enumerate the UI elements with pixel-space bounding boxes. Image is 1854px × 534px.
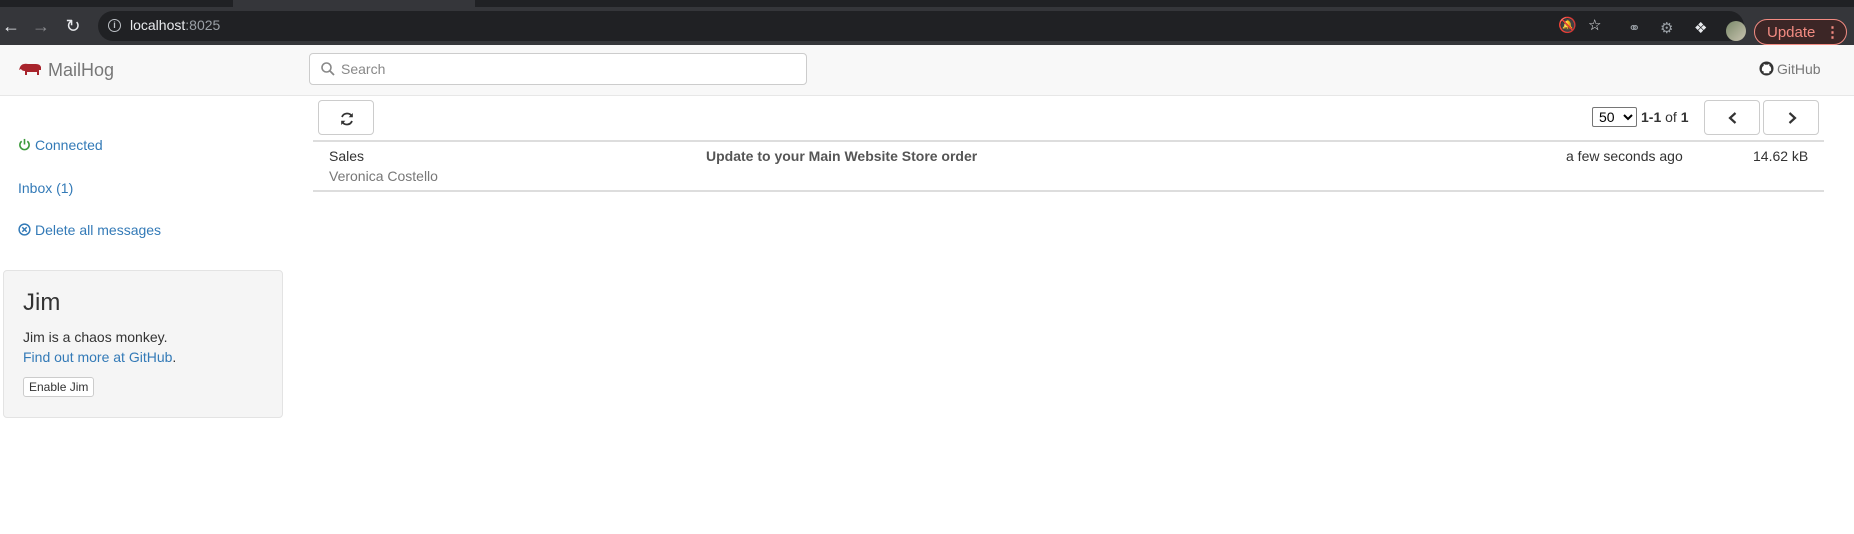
sidebar-item-inbox[interactable]: Inbox (1) [18, 180, 73, 196]
message-from: Sales [329, 148, 365, 164]
message-size: 14.62 kB [1753, 148, 1809, 164]
bookmark-star-icon[interactable]: ☆ [1588, 17, 1601, 35]
browser-tab[interactable] [233, 0, 475, 7]
jim-info: Find out more at GitHub. [23, 349, 177, 365]
site-info-icon[interactable]: i [108, 19, 121, 32]
message-time: a few seconds ago [1566, 148, 1683, 164]
connected-status[interactable]: Connected [18, 137, 103, 153]
more-menu-icon[interactable]: ⋮ [1825, 20, 1840, 46]
jim-panel: Jim Jim is a chaos monkey. Find out more… [3, 270, 283, 418]
search-icon [321, 62, 335, 76]
power-icon [19, 138, 30, 151]
extensions-puzzle-icon[interactable]: ❖ [1694, 20, 1707, 38]
delete-all-messages-link[interactable]: Delete all messages [18, 222, 161, 238]
jim-title: Jim [23, 289, 61, 316]
reload-icon[interactable]: ↻ [62, 15, 84, 37]
profile-avatar[interactable] [1726, 21, 1746, 41]
message-to: Veronica Costello [329, 168, 438, 184]
message-subject: Update to your Main Website Store order [706, 148, 978, 164]
enable-jim-button[interactable]: Enable Jim [23, 377, 95, 397]
next-page-button[interactable] [1763, 100, 1819, 135]
browser-toolbar: ← → ↻ i localhost:8025 🔕 ☆ ⚭ ⚙ ❖ Update ⋮ [0, 7, 1854, 45]
page-size-select[interactable]: 102050100250 [1592, 107, 1637, 127]
chevron-left-icon [1728, 112, 1737, 124]
app-navbar: MailHog GitHub [0, 45, 1854, 96]
message-row[interactable]: Sales Veronica Costello Update to your M… [313, 142, 1824, 192]
address-bar[interactable]: i localhost:8025 🔕 ☆ [98, 11, 1744, 41]
share-icon[interactable]: ⚭ [1628, 20, 1641, 38]
back-icon[interactable]: ← [0, 15, 22, 37]
browser-update-button[interactable]: Update ⋮ [1754, 19, 1847, 45]
browser-tab-strip [0, 0, 1854, 7]
address-url[interactable]: localhost:8025 [130, 17, 220, 33]
brand-link[interactable]: MailHog [18, 59, 114, 81]
remove-circle-icon [18, 223, 31, 236]
extension-gear-icon[interactable]: ⚙ [1660, 20, 1673, 38]
previous-page-button[interactable] [1704, 100, 1760, 135]
chevron-right-icon [1788, 112, 1797, 124]
mailhog-pig-icon [19, 63, 41, 75]
refresh-icon [341, 112, 353, 126]
search-input[interactable] [341, 54, 791, 84]
pagination-info: 1-1 of 1 [1641, 109, 1689, 125]
search-field[interactable] [309, 53, 807, 85]
jim-github-link[interactable]: Find out more at GitHub [23, 349, 172, 365]
jim-description: Jim is a chaos monkey. [23, 329, 168, 345]
forward-icon[interactable]: → [30, 15, 52, 37]
notifications-blocked-icon[interactable]: 🔕 [1558, 17, 1577, 35]
refresh-button[interactable] [318, 100, 374, 135]
github-icon [1759, 61, 1774, 76]
github-link[interactable]: GitHub [1759, 61, 1821, 77]
